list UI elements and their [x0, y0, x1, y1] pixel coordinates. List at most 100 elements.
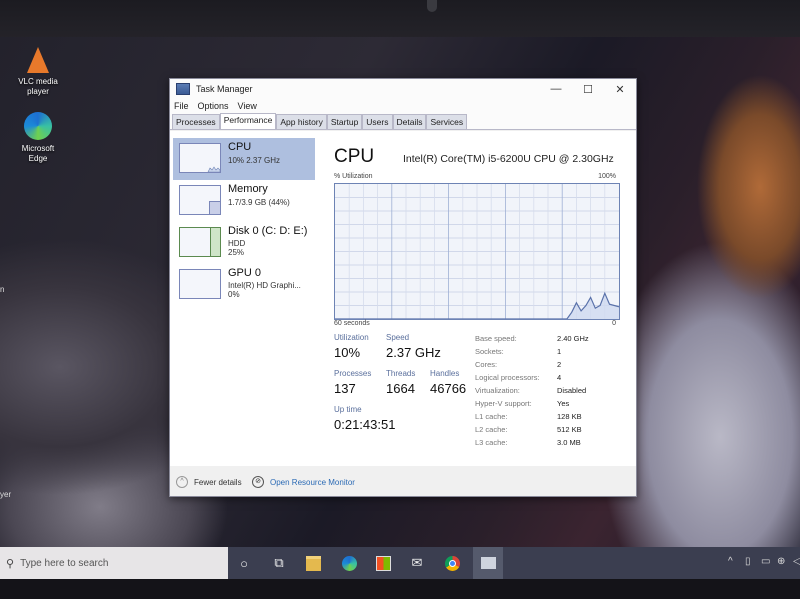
handles-label: Handles [430, 369, 460, 378]
meet-now-icon[interactable]: ▯ [745, 556, 751, 567]
desktop-icon-edge[interactable]: Microsoft Edge [10, 112, 66, 164]
gpu-thumbnail-graph [179, 269, 221, 299]
tab-details[interactable]: Details [392, 114, 427, 129]
cpu-utilization-graph [334, 183, 620, 320]
mail-icon[interactable]: ✉ [408, 554, 426, 572]
utilization-max-label: 100% [598, 173, 616, 180]
laptop-bezel-bottom [0, 579, 800, 599]
tab-users[interactable]: Users [362, 114, 393, 129]
resource-sidebar: CPU 10% 2.37 GHz Memory 1.7/3.9 GB (44%)… [173, 138, 315, 306]
task-view-icon[interactable]: ⧉ [270, 554, 288, 572]
network-icon[interactable]: ⊕ [777, 556, 785, 567]
processes-label: Processes [334, 369, 372, 378]
threads-label: Threads [386, 369, 416, 378]
disk-fill [210, 228, 220, 256]
sidebar-label: Memory [228, 183, 268, 195]
cpu-thumbnail-graph [179, 143, 221, 173]
uptime-value: 0:21:43:51 [334, 417, 396, 432]
utilization-value: 10% [334, 345, 361, 360]
close-button[interactable]: ✕ [604, 79, 636, 99]
vlc-icon [27, 47, 49, 73]
search-icon: ⚲ [6, 557, 15, 570]
menu-file[interactable]: File [174, 101, 189, 111]
sidebar-item-cpu[interactable]: CPU 10% 2.37 GHz [173, 138, 315, 180]
resource-monitor-icon: ⊘ [252, 476, 264, 488]
spec-value: Disabled [557, 386, 587, 395]
spec-label: Logical processors: [475, 373, 540, 382]
sidebar-sub: Intel(R) HD Graphi... [228, 281, 301, 290]
spec-value: 128 KB [557, 412, 582, 421]
file-explorer-icon[interactable] [304, 554, 322, 572]
battery-icon[interactable]: ▭ [761, 556, 770, 567]
spec-value: 2.40 GHz [557, 334, 589, 343]
menu-bar: File Options View [170, 99, 636, 113]
spec-label: L3 cache: [475, 438, 508, 447]
search-placeholder: Type here to search [20, 557, 109, 569]
footer: ^ Fewer details ⊘ Open Resource Monitor [170, 466, 636, 496]
minimize-button[interactable]: — [540, 79, 572, 99]
menu-view[interactable]: View [238, 101, 257, 111]
cpu-title: CPU [334, 146, 375, 167]
tab-processes[interactable]: Processes [172, 114, 220, 129]
memory-fill [209, 201, 220, 214]
cpu-graph-svg [335, 184, 620, 320]
volume-icon[interactable]: ◁ [793, 556, 800, 567]
menu-options[interactable]: Options [198, 101, 229, 111]
tab-startup[interactable]: Startup [326, 114, 363, 129]
spec-label: Hyper-V support: [475, 399, 532, 408]
title-bar[interactable]: Task Manager — ☐ ✕ [170, 79, 636, 99]
sidebar-item-gpu[interactable]: GPU 0 Intel(R) HD Graphi... 0% [173, 264, 315, 306]
desktop-icon-label: player [27, 87, 49, 96]
memory-thumbnail-graph [179, 185, 221, 215]
task-manager-icon [176, 83, 190, 95]
edge-icon[interactable] [340, 554, 358, 572]
fewer-details-label: Fewer details [194, 477, 242, 487]
chrome-icon[interactable] [443, 554, 461, 572]
show-hidden-icons[interactable]: ^ [728, 556, 733, 567]
tab-services[interactable]: Services [426, 114, 468, 129]
desktop-icon-label-fragment: yer [0, 490, 12, 499]
spec-value: 2 [557, 360, 562, 369]
spec-value: 4 [557, 373, 562, 382]
sidebar-label: Disk 0 (C: D: E:) [228, 225, 308, 237]
cpu-detail: CPU Intel(R) Core(TM) i5-6200U CPU @ 2.3… [330, 131, 630, 496]
window-title: Task Manager [196, 84, 253, 94]
desktop-icon-label: VLC media [18, 77, 58, 86]
uptime-label: Up time [334, 405, 362, 414]
desktop-icon-vlc[interactable]: VLC media player [10, 47, 66, 97]
tab-app-history[interactable]: App history [276, 114, 327, 129]
task-manager-window: Task Manager — ☐ ✕ File Options View Pro… [169, 78, 637, 497]
sidebar-label: GPU 0 [228, 267, 262, 279]
tab-performance[interactable]: Performance [219, 113, 277, 129]
spec-label: Sockets: [475, 347, 504, 356]
desktop-icon-label: Edge [28, 154, 48, 163]
disk-thumbnail-graph [179, 227, 221, 257]
performance-panel: CPU 10% 2.37 GHz Memory 1.7/3.9 GB (44%)… [170, 131, 636, 496]
fewer-details-button[interactable]: ^ Fewer details [176, 476, 242, 488]
sidebar-sub: 1.7/3.9 GB (44%) [228, 198, 290, 207]
maximize-button[interactable]: ☐ [572, 79, 604, 99]
taskbar: ⚲ Type here to search ○ ⧉ ✉ ^ ▯ ▭ ⊕ ◁ [0, 547, 800, 579]
speed-value: 2.37 GHz [386, 345, 441, 360]
search-box[interactable]: ⚲ Type here to search [0, 547, 228, 579]
sidebar-item-memory[interactable]: Memory 1.7/3.9 GB (44%) [173, 180, 315, 222]
store-icon[interactable] [374, 554, 392, 572]
task-manager-icon [480, 557, 496, 569]
desktop-icon-label-fragment: n [0, 285, 5, 294]
spec-label: Virtualization: [475, 386, 520, 395]
cortana-icon[interactable]: ○ [235, 554, 253, 572]
sidebar-sub: 25% [228, 248, 245, 257]
open-resource-monitor-label: Open Resource Monitor [270, 477, 355, 487]
open-resource-monitor-link[interactable]: ⊘ Open Resource Monitor [252, 476, 355, 488]
tab-bar: Processes Performance App history Startu… [170, 113, 636, 130]
processes-value: 137 [334, 381, 356, 396]
spec-label: L1 cache: [475, 412, 508, 421]
time-axis-zero: 0 [612, 320, 616, 327]
sidebar-item-disk[interactable]: Disk 0 (C: D: E:) HDD 25% [173, 222, 315, 264]
sidebar-sub: 10% 2.37 GHz [228, 156, 281, 165]
speed-label: Speed [386, 333, 410, 342]
task-manager-taskbar-button[interactable] [473, 547, 503, 579]
utilization-label: Utilization [334, 333, 369, 342]
sidebar-label: CPU [228, 141, 252, 153]
spec-value: 3.0 MB [557, 438, 581, 447]
